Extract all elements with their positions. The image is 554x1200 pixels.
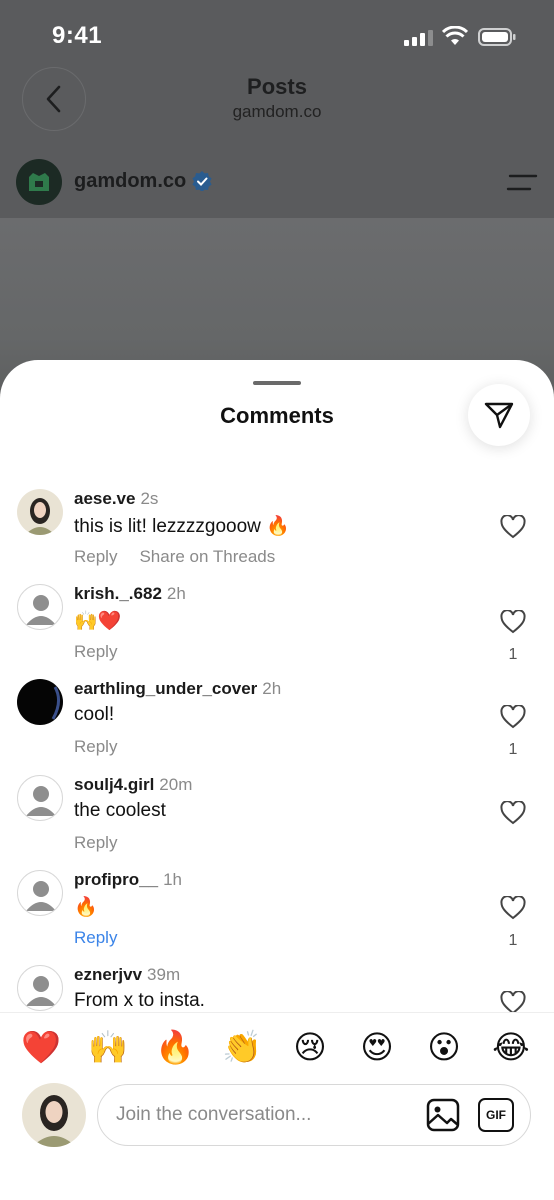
post-header: gamdom.co	[0, 156, 554, 210]
user-photo-avatar	[17, 489, 63, 535]
reply-button[interactable]: Reply	[74, 833, 117, 852]
verified-badge-icon	[192, 171, 212, 191]
reaction-clapping[interactable]: 👏	[222, 1027, 262, 1067]
comment-time: 2h	[166, 584, 186, 603]
send-icon	[484, 402, 514, 429]
like-count: 1	[508, 932, 518, 949]
comment-input-container: GIF	[97, 1084, 531, 1146]
comment-input[interactable]	[116, 1099, 406, 1131]
comment-item: profipro__ 1h 🔥 Reply 1	[0, 870, 554, 966]
page-subtitle: gamdom.co	[232, 102, 322, 121]
heart-icon[interactable]	[500, 801, 526, 825]
page-title: Posts	[247, 74, 307, 99]
default-avatar-icon	[26, 595, 56, 625]
sheet-grabber[interactable]	[253, 381, 301, 385]
comment-username[interactable]: soulj4.girl 20m	[74, 775, 192, 795]
reaction-crying[interactable]: 😢	[290, 1027, 330, 1067]
comment-item: soulj4.girl 20m the coolest Reply	[0, 775, 554, 871]
share-button[interactable]	[468, 384, 530, 446]
like-count: 1	[508, 741, 518, 758]
wifi-icon	[442, 26, 468, 45]
comment-text: cool!	[74, 704, 115, 725]
comment-text: this is lit! lezzzzgooow 🔥	[74, 516, 290, 537]
heart-icon[interactable]	[500, 705, 526, 729]
comment-username[interactable]: krish._.682 2h	[74, 584, 186, 604]
gamdom-logo-icon	[29, 173, 49, 191]
comment-item: krish._.682 2h 🙌❤️ Reply 1	[0, 584, 554, 680]
comment-actions: Reply	[74, 737, 139, 757]
comment-time: 1h	[163, 870, 182, 889]
reply-button[interactable]: Reply	[74, 547, 117, 566]
reaction-raising-hands[interactable]: 🙌	[88, 1027, 128, 1067]
gif-button[interactable]: GIF	[478, 1098, 514, 1132]
like-count: 1	[508, 646, 518, 663]
image-icon[interactable]	[426, 1098, 460, 1132]
comment-time: 2s	[140, 489, 159, 508]
comment-time: 2h	[262, 679, 282, 698]
user-photo-avatar	[17, 679, 63, 725]
my-avatar	[22, 1083, 86, 1147]
reply-button[interactable]: Reply	[74, 737, 117, 756]
comment-item: earthling_under_cover 2h cool! Reply 1	[0, 679, 554, 775]
account-avatar[interactable]	[16, 159, 62, 205]
reply-button[interactable]: Reply	[74, 642, 117, 661]
commenter-avatar[interactable]	[17, 679, 63, 725]
heart-icon[interactable]	[500, 610, 526, 634]
comment-username[interactable]: eznerjvv 39m	[74, 965, 180, 985]
comment-actions: Reply	[74, 928, 139, 948]
user-photo-avatar	[22, 1083, 86, 1147]
comment-actions: Reply Share on Threads	[74, 547, 297, 567]
cellular-signal-icon	[404, 30, 433, 46]
reply-button[interactable]: Reply	[74, 928, 117, 947]
comment-username[interactable]: earthling_under_cover 2h	[74, 679, 281, 699]
comment-username[interactable]: profipro__ 1h	[74, 870, 182, 890]
account-name[interactable]: gamdom.co	[74, 170, 186, 193]
commenter-avatar[interactable]	[17, 489, 63, 535]
commenter-avatar[interactable]	[17, 775, 63, 821]
reaction-surprised[interactable]: 😮	[424, 1027, 464, 1067]
default-avatar-icon	[26, 881, 56, 911]
comment-text: From x to insta.	[74, 990, 205, 1011]
comment-composer: GIF	[0, 1078, 554, 1200]
commenter-avatar[interactable]	[17, 965, 63, 1011]
comment-username[interactable]: aese.ve 2s	[74, 489, 158, 509]
reaction-fire[interactable]: 🔥	[155, 1027, 195, 1067]
comment-actions: Reply	[74, 833, 139, 853]
reaction-heart[interactable]: ❤️	[21, 1027, 61, 1067]
heart-icon[interactable]	[500, 515, 526, 539]
commenter-avatar[interactable]	[17, 584, 63, 630]
battery-icon	[478, 28, 516, 46]
top-nav: Posts gamdom.co	[0, 60, 554, 140]
comment-text: the coolest	[74, 800, 166, 821]
comment-time: 39m	[147, 965, 181, 984]
comment-text: 🔥	[74, 897, 98, 918]
more-options-icon[interactable]	[506, 172, 538, 194]
status-time: 9:41	[52, 22, 103, 49]
reaction-laughing[interactable]: 😂	[491, 1027, 531, 1067]
commenter-avatar[interactable]	[17, 870, 63, 916]
default-avatar-icon	[26, 786, 56, 816]
heart-icon[interactable]	[500, 896, 526, 920]
comment-time: 20m	[159, 775, 193, 794]
quick-reactions-bar: ❤️ 🙌 🔥 👏 😢 😍 😮 😂	[0, 1012, 554, 1078]
comment-actions: Reply	[74, 642, 139, 662]
comment-item: aese.ve 2s this is lit! lezzzzgooow 🔥 Rep…	[0, 489, 554, 585]
reaction-heart-eyes[interactable]: 😍	[357, 1027, 397, 1067]
default-avatar-icon	[26, 976, 56, 1006]
share-on-threads-button[interactable]: Share on Threads	[139, 547, 275, 566]
comment-text: 🙌❤️	[74, 611, 122, 632]
